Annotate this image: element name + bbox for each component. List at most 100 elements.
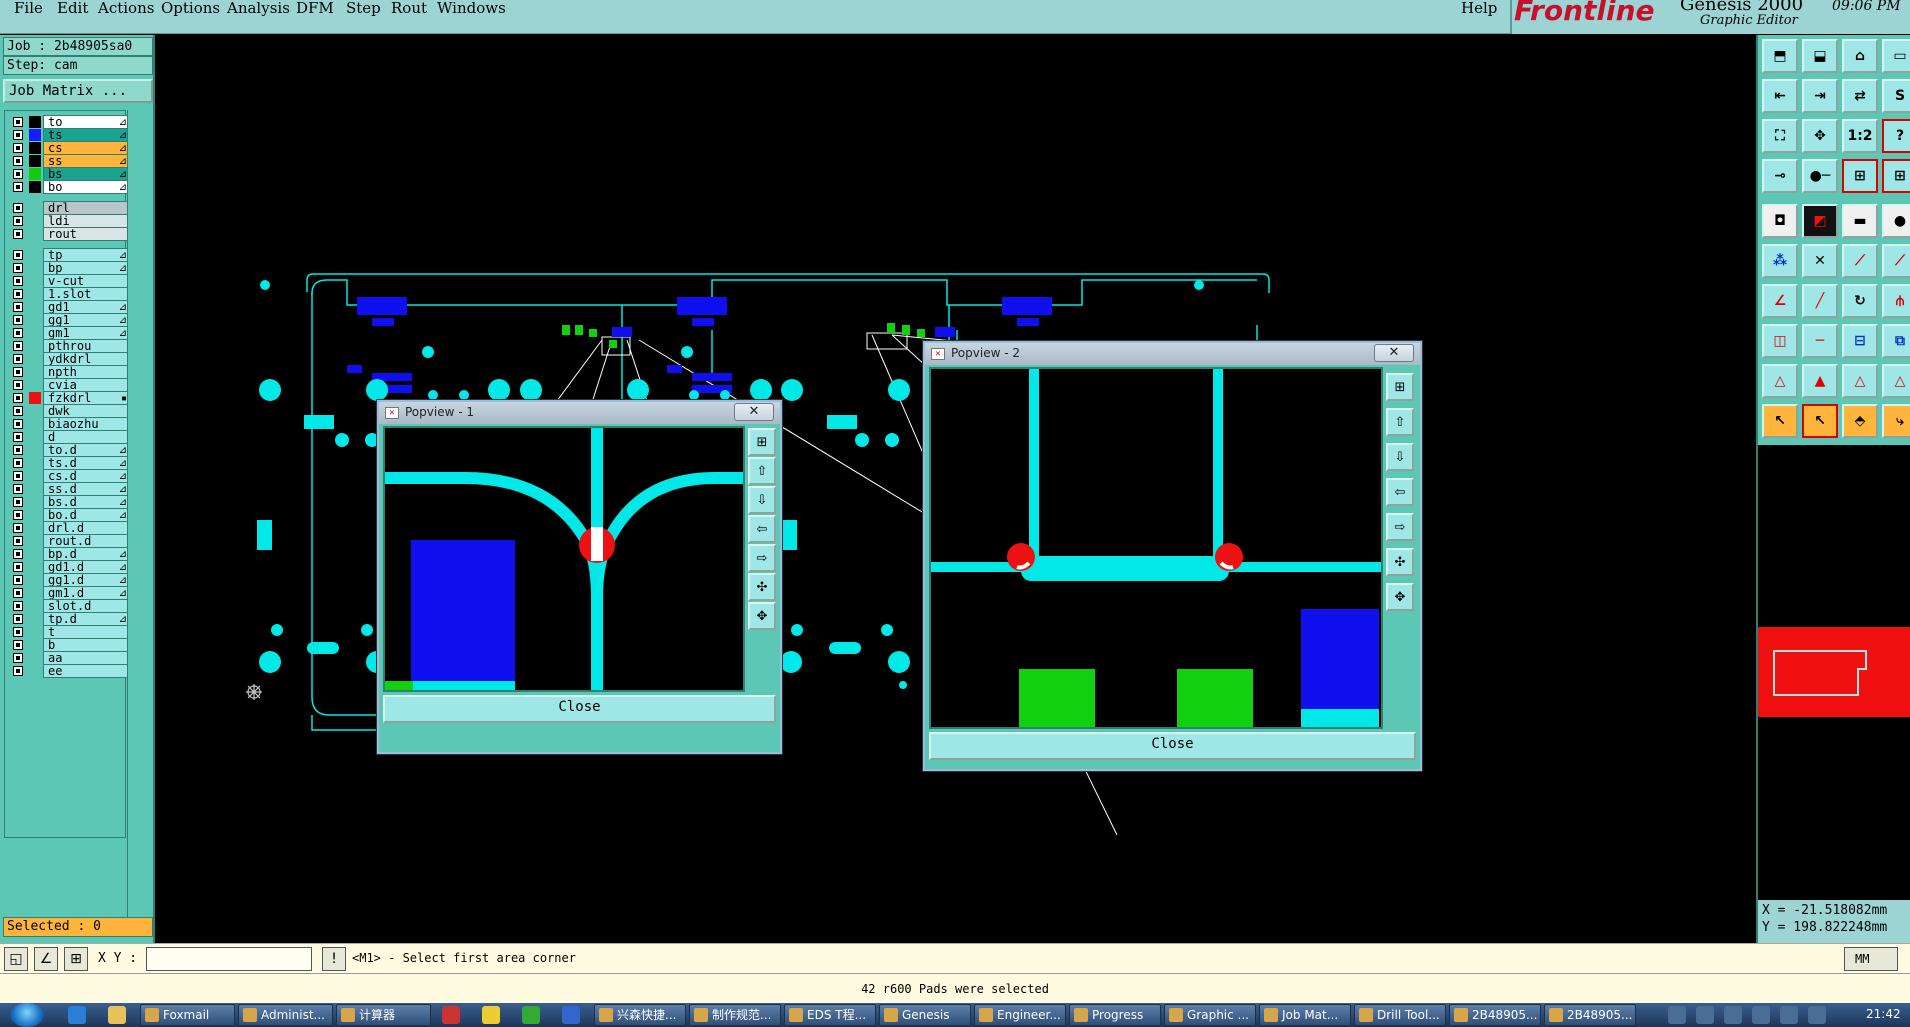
layer-name[interactable]: rout [43,227,130,241]
taskbar-genesis[interactable]: Genesis [879,1004,971,1026]
browser-icon[interactable] [68,1006,86,1024]
layer-name[interactable]: drl [43,201,130,215]
layer-row-gd1[interactable]: gd1 ⊿ [8,300,130,314]
arc-icon[interactable]: ↻ [1842,284,1878,318]
slash-icon[interactable]: ╱ [1802,284,1838,318]
layer-row-pthrou[interactable]: pthrou [8,339,130,353]
polygon-icon[interactable]: ▲ [1802,364,1838,398]
layer-checkbox[interactable] [13,182,23,192]
layer-row-ydkdrl[interactable]: ydkdrl [8,352,130,366]
popview-2-canvas[interactable] [929,367,1383,729]
layer-color-swatch[interactable] [29,168,41,180]
zoom-home-icon[interactable]: ⊞ [1386,373,1414,401]
menu-windows[interactable]: Windows [437,0,506,16]
layer-checkbox[interactable] [13,510,23,520]
pan-up-icon[interactable]: ⇧ [1386,408,1414,436]
layer-name[interactable]: bp ⊿ [43,261,130,275]
layer-row-d[interactable]: d [8,430,130,444]
dot-icon[interactable]: ● [1882,204,1910,238]
layer-checkbox[interactable] [13,354,23,364]
layer-checkbox[interactable] [13,341,23,351]
layer-name[interactable]: ldi [43,214,130,228]
graphic-canvas[interactable]: ✕ Popview - 1 ✕ ⊞ ⇧ ⇩ ⇦ ⇨ ✣ ✥ Close ✕ Po… [157,35,1756,943]
array-icon[interactable]: ⊟ [1842,324,1878,358]
layer-row-drl.d[interactable]: drl.d [8,521,130,535]
layer-color-swatch[interactable] [29,129,41,141]
layer-row-npth[interactable]: npth [8,365,130,379]
color-icon[interactable]: ◩ [1802,204,1838,238]
layer-name[interactable]: to ⊿ [43,115,130,129]
menu-rout[interactable]: Rout [391,0,427,16]
snap-mode-icon[interactable]: ◱ [4,947,28,971]
layer-name[interactable]: pthrou [43,339,130,353]
layer-name[interactable]: ss ⊿ [43,154,130,168]
tray-icon[interactable] [1752,1006,1770,1024]
layer-row-ts[interactable]: ts ⊿ [8,128,130,142]
layer-name[interactable]: bp.d ⊿ [43,547,130,561]
tray-icon[interactable] [1668,1006,1686,1024]
layer-row-ss.d[interactable]: ss.d ⊿ [8,482,130,496]
menu-step[interactable]: Step [346,0,381,16]
layer-row-to.d[interactable]: to.d ⊿ [8,443,130,457]
menu-actions[interactable]: Actions [98,0,154,16]
layer-checkbox[interactable] [13,250,23,260]
layer-name[interactable]: gm1 ⊿ [43,326,130,340]
layer-row-1.slot[interactable]: 1.slot [8,287,130,301]
layer-scrollbar[interactable] [127,110,153,920]
layer-row-bs[interactable]: bs ⊿ [8,167,130,181]
menu-edit[interactable]: Edit [57,0,88,16]
swap-icon[interactable]: ⇄ [1842,79,1878,113]
layer-name[interactable]: bo.d ⊿ [43,508,130,522]
taskbar-job-matrix[interactable]: Job Mat... [1259,1004,1351,1026]
layer-name[interactable]: rout.d [43,534,130,548]
layer-name[interactable]: biaozhu [43,417,130,431]
layer-name[interactable]: dwk [43,404,130,418]
taskbar-foxmail[interactable]: Foxmail [140,1004,235,1026]
layer-name[interactable]: ydkdrl [43,352,130,366]
zoom-in-icon[interactable]: ✣ [748,573,776,601]
grid-icon[interactable]: ⊞ [1842,159,1878,193]
layer-row-t[interactable]: t [8,625,130,639]
layer-row-fzkdrl[interactable]: fzkdrl ▪ [8,391,130,405]
popview-1-close-button[interactable]: Close [383,695,776,723]
layer-name[interactable]: aa [43,651,130,665]
layer-color-swatch[interactable] [29,155,41,167]
layer-checkbox[interactable] [13,169,23,179]
layer-checkbox[interactable] [13,653,23,663]
taskbar-progress[interactable]: Progress [1069,1004,1161,1026]
layer-name[interactable]: bs ⊿ [43,167,130,181]
layer-name[interactable]: ee [43,664,130,678]
layer-checkbox[interactable] [13,216,23,226]
zoom-center-icon[interactable]: ✥ [1802,119,1838,153]
app-icon[interactable] [442,1006,460,1024]
connect-icon[interactable]: ⁂ [1762,244,1798,278]
angle-mode-icon[interactable]: ∠ [34,947,58,971]
measure-icon[interactable]: ⊸ [1762,159,1798,193]
layer-name[interactable]: gg1 ⊿ [43,313,130,327]
layer-name[interactable]: to.d ⊿ [43,443,130,457]
node-icon[interactable]: ⟋ [1842,244,1878,278]
layer-checkbox[interactable] [13,229,23,239]
zoom-home-icon[interactable]: ⊞ [748,428,776,456]
layer-checkbox[interactable] [13,156,23,166]
layer-checkbox[interactable] [13,263,23,273]
layer-row-aa[interactable]: aa [8,651,130,665]
layer-name[interactable]: fzkdrl ▪ [43,391,130,405]
layer-row-cs[interactable]: cs ⊿ [8,141,130,155]
layer-checkbox[interactable] [13,393,23,403]
layer-row-slot.d[interactable]: slot.d [8,599,130,613]
layer-name[interactable]: bs.d ⊿ [43,495,130,509]
job-matrix-button[interactable]: Job Matrix ... [3,79,153,103]
layer-checkbox[interactable] [13,432,23,442]
layer-row-bp[interactable]: bp ⊿ [8,261,130,275]
tray-icon[interactable] [1696,1006,1714,1024]
pan-left-icon[interactable]: ⇦ [1386,478,1414,506]
layer-checkbox[interactable] [13,445,23,455]
taskbar-engineer[interactable]: Engineer... [974,1004,1066,1026]
select-icon[interactable]: ↖ [1762,404,1798,438]
menu-options[interactable]: Options [161,0,220,16]
app-icon[interactable] [522,1006,540,1024]
layer-name[interactable]: bo ⊿ [43,180,130,194]
tray-icon[interactable] [1724,1006,1742,1024]
zoom-out-icon[interactable]: ✥ [748,602,776,630]
